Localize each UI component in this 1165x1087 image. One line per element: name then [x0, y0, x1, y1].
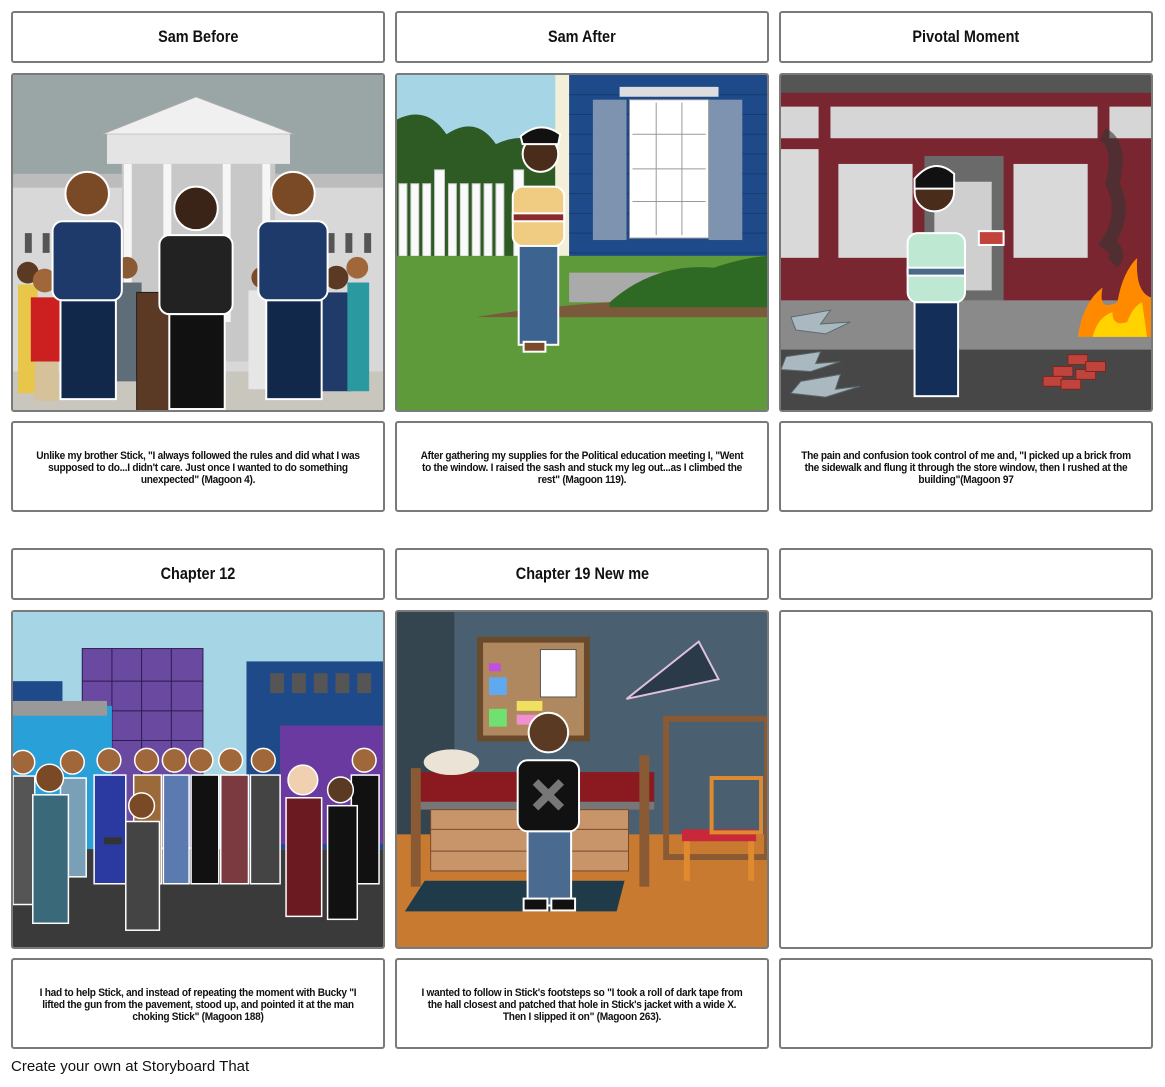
scene-illustration [781, 75, 1151, 410]
cell-description: The pain and confusion took control of m… [801, 450, 1131, 486]
scene-capitol-gathering [11, 73, 385, 412]
scene-illustration [397, 75, 767, 410]
cell-description-box: After gathering my supplies for the Poli… [395, 421, 769, 512]
cell-title-box: Sam Before [11, 11, 385, 63]
scene-illustration [13, 612, 383, 947]
cell-title: Sam Before [157, 27, 239, 46]
scene-bedroom-new-me [395, 610, 769, 949]
cell-description: I had to help Stick, and instead of repe… [39, 987, 357, 1023]
storyboard-that-link[interactable]: Create your own at Storyboard That [11, 1058, 249, 1075]
cell-title: Chapter 12 [160, 564, 236, 583]
scene-illustration [397, 612, 767, 947]
cell-description-box: The pain and confusion took control of m… [779, 421, 1153, 512]
scene-illustration [13, 75, 383, 410]
cell-description-box: I had to help Stick, and instead of repe… [11, 958, 385, 1049]
cell-description-box-empty [779, 958, 1153, 1049]
cell-title: Chapter 19 New me [515, 564, 649, 583]
cell-description: I wanted to follow in Stick's footsteps … [421, 987, 743, 1023]
cell-title-box: Chapter 12 [11, 548, 385, 600]
cell-title-box: Chapter 19 New me [395, 548, 769, 600]
cell-description: After gathering my supplies for the Poli… [420, 450, 744, 486]
cell-description-box: Unlike my brother Stick, "I always follo… [11, 421, 385, 512]
cell-title: Pivotal Moment [912, 27, 1020, 46]
scene-store-brick [779, 73, 1153, 412]
scene-city-street-confrontation [11, 610, 385, 949]
cell-title: Sam After [548, 27, 616, 46]
cell-title-box: Sam After [395, 11, 769, 63]
cell-title-box-empty [779, 548, 1153, 600]
cell-title-box: Pivotal Moment [779, 11, 1153, 63]
scene-window-escape [395, 73, 769, 412]
cell-description-box: I wanted to follow in Stick's footsteps … [395, 958, 769, 1049]
scene-empty [779, 610, 1153, 949]
cell-description: Unlike my brother Stick, "I always follo… [36, 450, 360, 486]
